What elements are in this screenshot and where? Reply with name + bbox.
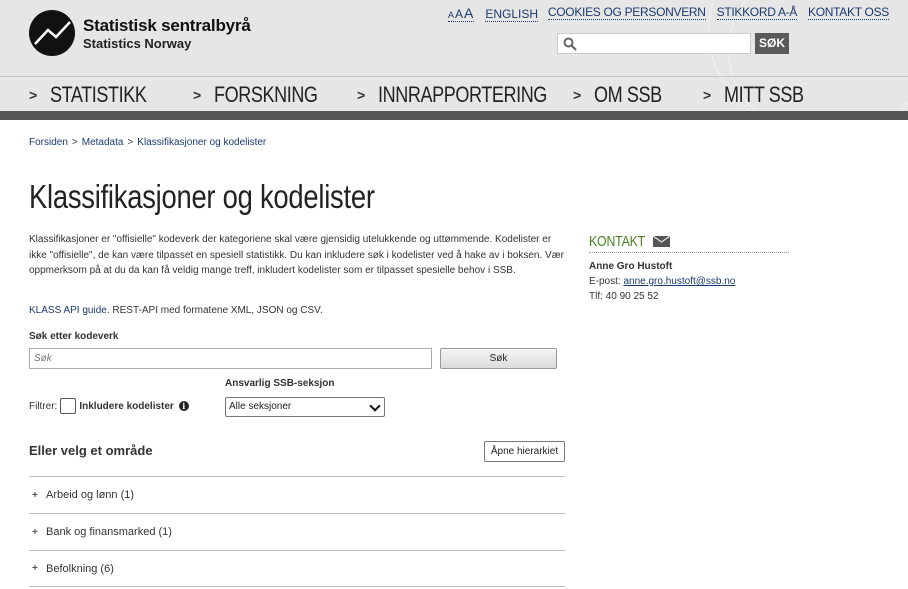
- search-label: Søk etter kodeverk: [29, 331, 119, 342]
- api-line: KLASS API guide. REST-API med formatene …: [29, 305, 323, 316]
- area-list: + Arbeid og lønn (1) + Bank og finansmar…: [29, 476, 565, 587]
- contact-phone: Tlf: 40 90 25 52: [589, 291, 659, 302]
- section-select-label: Ansvarlig SSB-seksjon: [225, 378, 335, 389]
- font-size-toggle[interactable]: AAA: [448, 5, 475, 22]
- plus-icon: +: [32, 526, 38, 538]
- contact-name: Anne Gro Hustoft: [589, 261, 673, 272]
- kodeverk-search-input[interactable]: Søk: [29, 348, 432, 369]
- chevron-down-icon: [369, 400, 381, 412]
- breadcrumb-metadata[interactable]: Metadata: [82, 137, 124, 148]
- search-icon: [563, 37, 577, 51]
- klass-api-link[interactable]: KLASS API guide.: [29, 305, 110, 316]
- info-icon[interactable]: i: [178, 401, 189, 411]
- contact-header: KONTAKT: [589, 233, 789, 253]
- nav-innrapportering[interactable]: > INNRAPPORTERING: [357, 82, 584, 108]
- include-kodelister-checkbox[interactable]: [60, 398, 77, 414]
- include-kodelister-label: Inkludere kodelister: [79, 400, 174, 412]
- nav-mitt-ssb[interactable]: > MITT SSB: [703, 82, 821, 108]
- plus-icon: +: [32, 563, 38, 574]
- filter-label: Filtrer:: [29, 400, 58, 412]
- logo-name-en: Statistics Norway: [83, 35, 192, 51]
- kodeverk-search-button[interactable]: Søk: [440, 348, 557, 369]
- filter-row: Filtrer: Inkludere kodelister i: [29, 398, 189, 414]
- logo-name-no: Statistisk sentralbyrå: [83, 15, 251, 35]
- chevron-right-icon: >: [573, 87, 581, 103]
- link-english[interactable]: ENGLISH: [485, 7, 539, 22]
- top-links: AAA ENGLISH: [437, 5, 539, 22]
- ssb-logo-icon: [29, 10, 75, 56]
- nav-om-ssb[interactable]: > OM SSB: [573, 82, 676, 108]
- breadcrumb-current[interactable]: Klassifikasjoner og kodelister: [137, 137, 266, 148]
- nav-forskning[interactable]: > FORSKNING: [193, 82, 340, 108]
- chevron-right-icon: >: [357, 87, 365, 103]
- area-heading: Eller velg et område: [29, 443, 153, 458]
- chevron-right-icon: >: [703, 87, 711, 103]
- api-description: REST-API med formatene XML, JSON og CSV.: [109, 305, 323, 316]
- open-hierarchy-button[interactable]: Åpne hierarkiet: [484, 441, 565, 462]
- breadcrumb-forsiden[interactable]: Forsiden: [29, 137, 68, 148]
- breadcrumb: Forsiden > Metadata > Klassifikasjoner og ko…: [29, 137, 267, 148]
- chevron-right-icon: >: [29, 87, 37, 103]
- site-header: Statistisk sentralbyrå Statistics Norway…: [0, 0, 908, 120]
- area-item-befolkning[interactable]: + Befolkning (6): [29, 550, 565, 587]
- header-search-button[interactable]: SØK: [755, 33, 789, 54]
- header-search-input[interactable]: [557, 33, 751, 54]
- area-item-arbeid[interactable]: + Arbeid og lønn (1): [29, 476, 565, 513]
- nav-divider-bar: [0, 111, 908, 120]
- page-title: Klassifikasjoner og kodelister: [29, 178, 375, 215]
- link-kontakt-oss[interactable]: KONTAKT OSS: [808, 5, 889, 20]
- section-select-value: Alle seksjoner: [229, 401, 292, 412]
- chevron-right-icon: >: [193, 87, 201, 103]
- contact-title: KONTAKT: [589, 233, 646, 250]
- contact-email-line: E-post: anne.gro.hustoft@ssb.no: [589, 276, 736, 287]
- link-stikkord[interactable]: STIKKORD A-Å: [716, 5, 797, 20]
- area-item-label: Befolkning (6): [46, 562, 114, 575]
- area-item-label: Arbeid og lønn (1): [46, 489, 135, 501]
- link-cookies[interactable]: COOKIES OG PERSONVERN: [547, 5, 706, 20]
- intro-text: Klassifikasjoner er "offisielle" kodever…: [29, 234, 564, 276]
- area-item-label: Bank og finansmarked (1): [46, 526, 172, 538]
- top-links-right: COOKIES OG PERSONVERN STIKKORD A-Å KONTA…: [537, 5, 889, 20]
- nav-statistikk[interactable]: > STATISTIKK: [29, 82, 167, 108]
- envelope-icon: [653, 236, 671, 247]
- plus-icon: +: [32, 489, 38, 501]
- area-item-bank[interactable]: + Bank og finansmarked (1): [29, 513, 565, 550]
- section-select[interactable]: Alle seksjoner: [225, 397, 385, 417]
- contact-email-link[interactable]: anne.gro.hustoft@ssb.no: [623, 276, 735, 287]
- contact-box: KONTAKT Anne Gro Hustoft E-post: anne.gr…: [589, 233, 789, 302]
- ssb-logo[interactable]: Statistisk sentralbyrå Statistics Norway: [29, 10, 251, 56]
- main-nav: > STATISTIKK > FORSKNING > INNRAPPORTERI…: [0, 76, 908, 112]
